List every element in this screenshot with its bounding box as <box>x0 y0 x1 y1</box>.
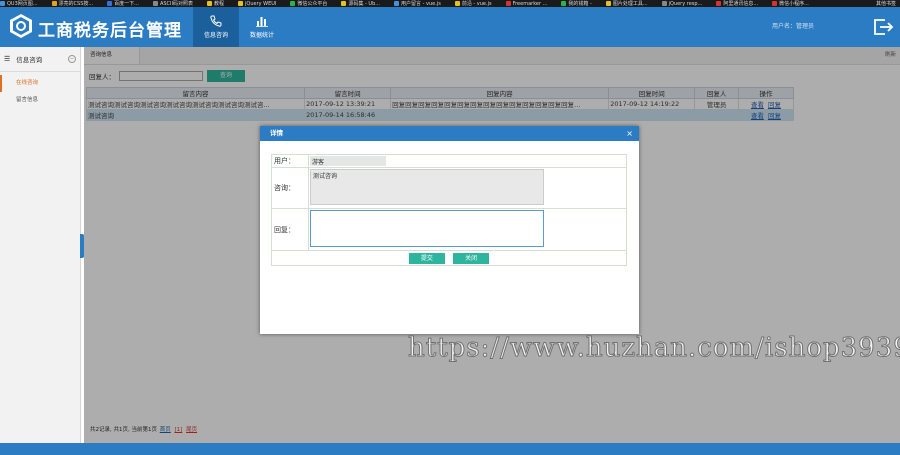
app-header: 工商税务后台管理 信息咨询 数据统计 用户名：管理员 <box>0 7 900 47</box>
bookmark-icon <box>0 1 5 6</box>
bookmark-item[interactable]: 阿里通讯信息... <box>716 0 758 7</box>
logout-icon[interactable] <box>872 17 894 37</box>
bookmark-label: 用户留言 - vue.js <box>401 1 441 7</box>
collapse-icon[interactable]: − <box>68 55 76 63</box>
bookmark-label: 源码集 - Ub... <box>348 1 381 7</box>
bookmark-icon <box>454 1 460 6</box>
detail-dialog: 详情 × 用户： 咨询： 测试咨询 回复： 提交 关闭 <box>260 126 639 334</box>
nav-tab-stats-label: 数据统计 <box>249 32 274 39</box>
consult-field: 测试咨询 <box>310 169 544 205</box>
bookmark-item[interactable]: 源码集 - Ub... <box>341 0 380 7</box>
reply-label: 回复： <box>271 208 309 251</box>
bookmark-item[interactable]: 百度一下... <box>107 0 139 7</box>
bookmark-item[interactable]: 教程 <box>206 0 224 7</box>
bookmark-icon <box>206 1 212 6</box>
bookmark-item[interactable]: 用户留言 - vue.js <box>394 0 441 7</box>
bookmark-label: ASCII码对照表 <box>159 1 193 7</box>
bookmark-label: 百度一下... <box>114 1 139 7</box>
bookmark-label: 教程 <box>213 1 224 7</box>
submit-button[interactable]: 提交 <box>408 252 445 264</box>
bookmark-icon <box>661 1 667 6</box>
bookmark-icon <box>238 1 243 6</box>
bookmark-label: 我的钱箱 - <box>568 1 592 7</box>
bookmark-label: jQuery WEUI <box>245 0 277 7</box>
bookmark-icon <box>341 1 347 6</box>
bookmark-item[interactable]: 微信公众平台 <box>290 0 327 7</box>
user-field <box>310 156 386 166</box>
bookmark-label: 漂亮的CSS按... <box>58 1 94 7</box>
user-label: 用户： <box>271 154 309 168</box>
menu-icon: ☰ <box>4 55 11 63</box>
sidebar: ☰ 信息咨询 − 在线咨询 留言信息 <box>0 47 81 443</box>
bookmarks-bar: QU3网页图... 漂亮的CSS按... 百度一下... ASCII码对照表 教程 jQu… <box>0 0 900 7</box>
bookmark-icon <box>561 1 567 6</box>
bookmark-icon <box>716 1 722 6</box>
bookmark-icon <box>505 1 511 6</box>
bookmark-item[interactable]: 图片处理工具... <box>605 0 648 7</box>
bookmark-item[interactable]: 前沿 - vue.js <box>454 0 492 7</box>
bookmark-icon <box>394 1 400 6</box>
bookmark-item[interactable]: jQuery WEUI <box>238 1 276 7</box>
bookmark-label: 微信小程序... <box>779 1 809 7</box>
bookmark-label: jQuery resp... <box>668 0 703 7</box>
user-name: 用户名：管理员 <box>772 23 815 30</box>
bookmark-item[interactable]: Freemarker ... <box>505 0 548 7</box>
bookmark-icon <box>605 1 611 6</box>
consult-label: 咨询： <box>271 167 309 209</box>
bookmark-label: 图片处理工具... <box>612 1 648 7</box>
sidebar-title: 信息咨询 <box>16 56 43 64</box>
bookmark-label: 微信公众平台 <box>297 1 328 7</box>
nav-tab-stats[interactable]: 数据统计 <box>239 7 285 47</box>
bookmark-label: QU3网页图... <box>7 1 38 7</box>
bookmark-item[interactable]: 我的钱箱 - <box>561 0 592 7</box>
bookmark-item[interactable]: 漂亮的CSS按... <box>51 0 94 7</box>
sidebar-item-online-consult[interactable]: 在线咨询 <box>0 75 80 92</box>
bookmark-item[interactable]: QU3网页图... <box>0 0 38 7</box>
bookmark-icon <box>107 1 113 6</box>
other-bookmarks[interactable]: 其他书签 <box>876 0 896 7</box>
bookmark-icon <box>772 1 778 6</box>
bar-chart-icon <box>256 17 268 27</box>
nav-tab-consult[interactable]: 信息咨询 <box>193 7 239 47</box>
sidebar-item-messages[interactable]: 留言信息 <box>0 92 80 109</box>
sidebar-header[interactable]: ☰ 信息咨询 − <box>0 47 80 72</box>
reply-textarea[interactable] <box>310 210 544 247</box>
dialog-title: 详情 <box>260 126 639 141</box>
detail-form: 用户： 咨询： 测试咨询 回复： 提交 关闭 <box>271 154 627 266</box>
bookmark-item[interactable]: ASCII码对照表 <box>152 0 193 7</box>
close-icon[interactable]: × <box>626 128 633 139</box>
dialog-buttons: 提交 关闭 <box>271 250 627 266</box>
bookmark-item[interactable]: jQuery resp... <box>661 0 703 7</box>
bookmark-icon <box>290 1 296 6</box>
nav-tab-consult-label: 信息咨询 <box>203 32 228 39</box>
footer-bar <box>0 443 900 455</box>
bookmark-label: 前沿 - vue.js <box>461 1 492 7</box>
bookmark-item[interactable]: 微信小程序... <box>772 0 809 7</box>
app-title: 工商税务后台管理 <box>38 21 182 41</box>
bookmark-icon <box>51 1 57 6</box>
bookmark-label: Freemarker ... <box>512 0 548 7</box>
bookmark-icon <box>152 1 158 6</box>
phone-icon <box>210 15 222 27</box>
close-button[interactable]: 关闭 <box>453 252 490 264</box>
bookmark-label: 阿里通讯信息... <box>723 1 759 7</box>
logo-icon <box>10 14 32 38</box>
